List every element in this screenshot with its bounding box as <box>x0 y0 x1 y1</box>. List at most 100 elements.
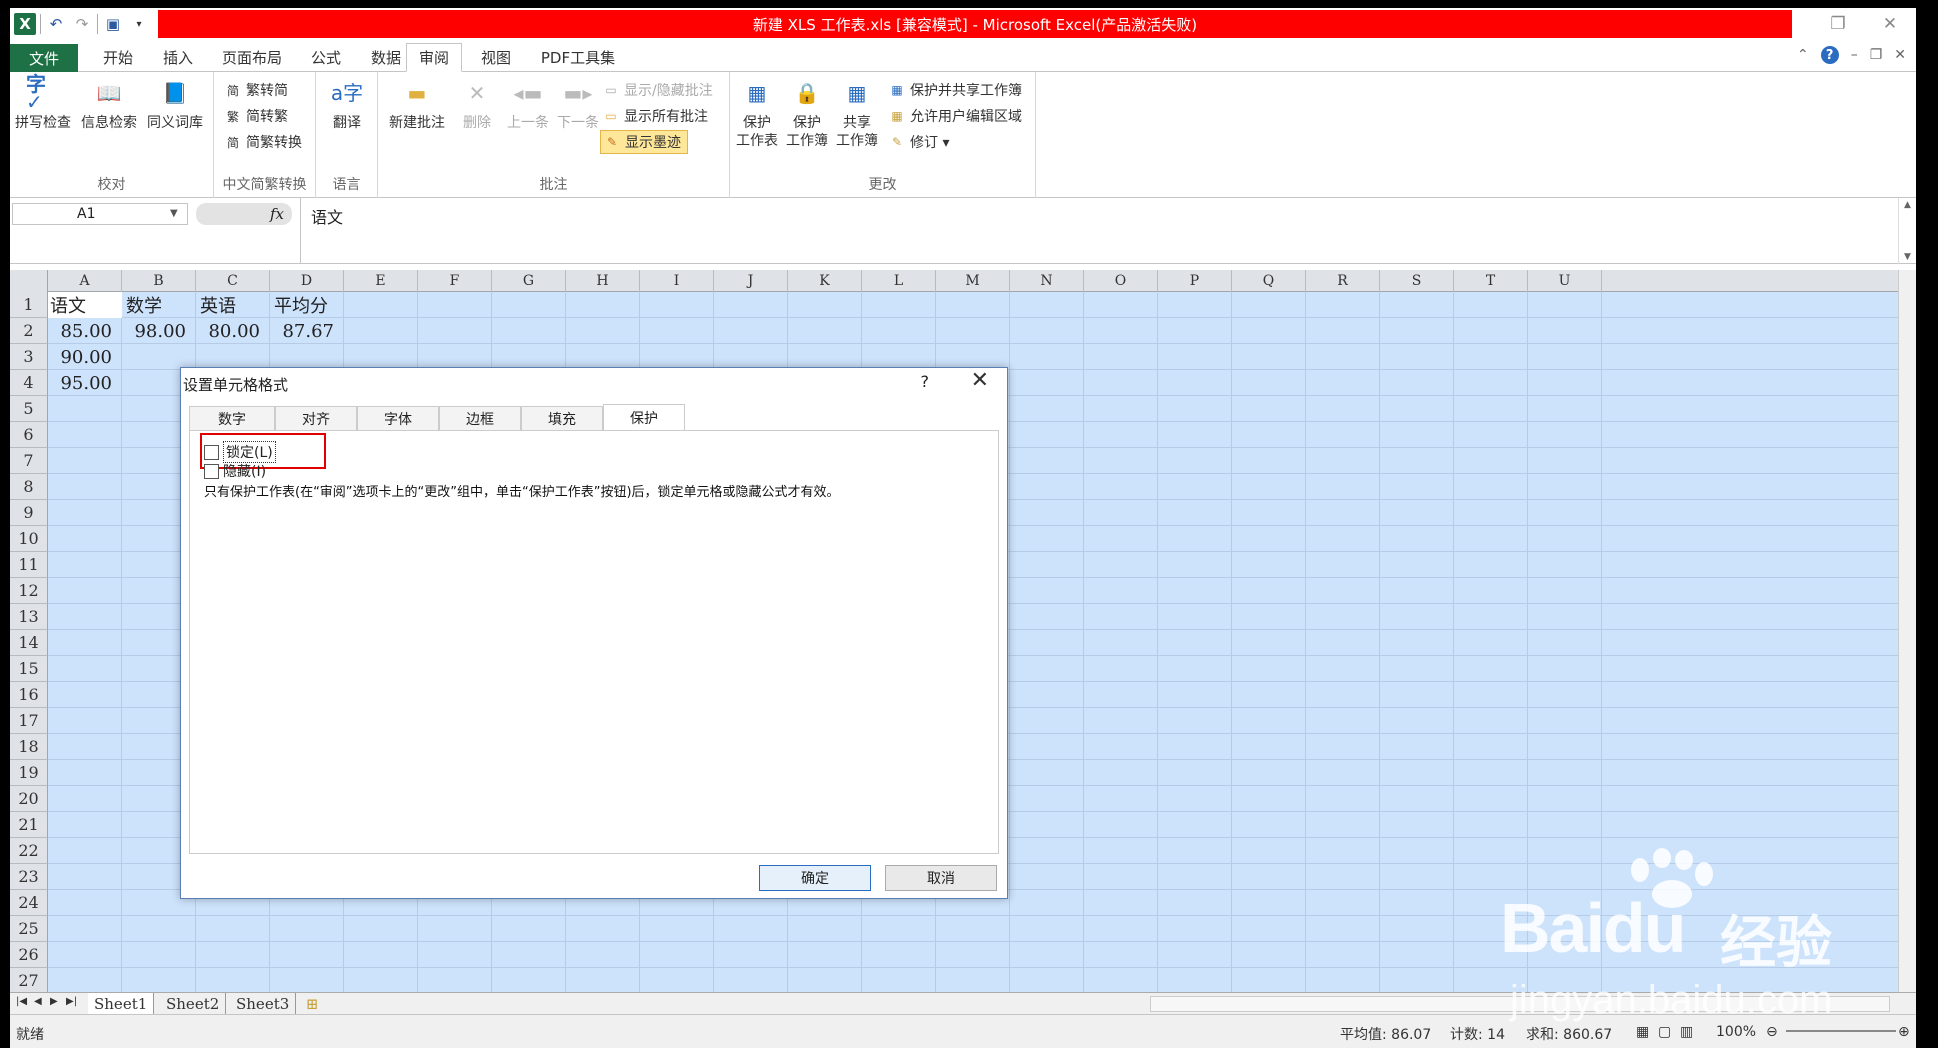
tab-formulas[interactable]: 公式 <box>298 43 354 72</box>
dialog-close-icon[interactable]: ✕ <box>971 368 989 393</box>
horizontal-scrollbar[interactable] <box>1150 996 1890 1012</box>
row-header-20[interactable]: 20 <box>10 786 48 812</box>
excel-logo-icon[interactable]: X <box>14 13 36 35</box>
zoom-in-icon[interactable]: ⊕ <box>1898 1024 1910 1040</box>
column-header-G[interactable]: G <box>492 270 566 292</box>
row-header-15[interactable]: 15 <box>10 656 48 682</box>
row-header-11[interactable]: 11 <box>10 552 48 578</box>
thesaurus-button[interactable]: 📘 同义词库 <box>144 76 206 132</box>
translate-button[interactable]: a字 翻译 <box>316 76 378 132</box>
trad-to-simp-button[interactable]: 简 繁转简 <box>224 78 288 102</box>
workbook-restore-icon[interactable]: ❐ <box>1870 47 1883 63</box>
research-button[interactable]: 📖 信息检索 <box>78 76 140 132</box>
vertical-scrollbar[interactable] <box>1898 270 1916 992</box>
column-header-S[interactable]: S <box>1380 270 1454 292</box>
sheet-tab-2[interactable]: Sheet2 <box>160 993 227 1014</box>
protect-workbook-button[interactable]: 🔒 保护 工作簿 <box>780 76 834 150</box>
tab-home[interactable]: 开始 <box>90 43 146 72</box>
cell-C2[interactable]: 80.00 <box>196 318 270 344</box>
cell-A2[interactable]: 85.00 <box>48 318 122 344</box>
tab-pdf-tools[interactable]: PDF工具集 <box>528 43 628 72</box>
row-header-18[interactable]: 18 <box>10 734 48 760</box>
hidden-checkbox-row[interactable]: 隐藏(I) <box>204 461 266 481</box>
dialog-tab-alignment[interactable]: 对齐 <box>275 406 357 430</box>
zoom-slider[interactable] <box>1786 1030 1896 1032</box>
show-ink-button[interactable]: ✎ 显示墨迹 <box>600 130 688 154</box>
allow-edit-ranges-button[interactable]: ▦ 允许用户编辑区域 <box>888 104 1022 128</box>
column-header-H[interactable]: H <box>566 270 640 292</box>
prev-sheet-icon[interactable]: ◀ <box>34 996 42 1007</box>
sheet-tab-1[interactable]: Sheet1 <box>88 993 155 1014</box>
cell-D1[interactable]: 平均分 <box>270 292 344 318</box>
column-header-D[interactable]: D <box>270 270 344 292</box>
protect-sheet-button[interactable]: ▦ 保护 工作表 <box>730 76 784 150</box>
row-header-8[interactable]: 8 <box>10 474 48 500</box>
help-icon[interactable]: ? <box>1820 46 1839 64</box>
row-header-1[interactable]: 1 <box>10 292 48 318</box>
column-header-T[interactable]: T <box>1454 270 1528 292</box>
dialog-tab-fill[interactable]: 填充 <box>521 406 603 430</box>
previous-comment-button[interactable]: ◂▬ 上一条 <box>500 76 556 132</box>
customize-qat-icon[interactable]: ▾ <box>128 13 150 35</box>
page-break-view-icon[interactable]: ▥ <box>1680 1024 1693 1040</box>
row-header-24[interactable]: 24 <box>10 890 48 916</box>
cell-B1[interactable]: 数学 <box>122 292 196 318</box>
first-sheet-icon[interactable]: |◀ <box>16 996 27 1007</box>
row-header-2[interactable]: 2 <box>10 318 48 344</box>
column-header-E[interactable]: E <box>344 270 418 292</box>
new-comment-button[interactable]: ▬ 新建批注 <box>380 76 454 132</box>
close-icon[interactable]: ✕ <box>1864 8 1916 40</box>
column-header-C[interactable]: C <box>196 270 270 292</box>
last-sheet-icon[interactable]: ▶| <box>66 996 77 1007</box>
row-header-16[interactable]: 16 <box>10 682 48 708</box>
column-header-L[interactable]: L <box>862 270 936 292</box>
column-header-B[interactable]: B <box>122 270 196 292</box>
row-header-14[interactable]: 14 <box>10 630 48 656</box>
dialog-tab-protection[interactable]: 保护 <box>603 404 685 430</box>
ok-button[interactable]: 确定 <box>759 865 871 891</box>
scroll-up-icon[interactable]: ▲ <box>1904 200 1911 210</box>
column-header-P[interactable]: P <box>1158 270 1232 292</box>
cell-A3[interactable]: 90.00 <box>48 344 122 370</box>
column-header-M[interactable]: M <box>936 270 1010 292</box>
row-header-5[interactable]: 5 <box>10 396 48 422</box>
row-header-6[interactable]: 6 <box>10 422 48 448</box>
row-header-7[interactable]: 7 <box>10 448 48 474</box>
zoom-out-icon[interactable]: ⊖ <box>1766 1024 1778 1040</box>
expand-formula-icon[interactable]: ▼ <box>1904 252 1911 262</box>
chinese-conversion-button[interactable]: 简 简繁转换 <box>224 130 302 154</box>
row-header-17[interactable]: 17 <box>10 708 48 734</box>
row-header-26[interactable]: 26 <box>10 942 48 968</box>
row-header-9[interactable]: 9 <box>10 500 48 526</box>
row-header-21[interactable]: 21 <box>10 812 48 838</box>
insert-sheet-icon[interactable]: ⊞ <box>300 993 325 1014</box>
locked-checkbox-row[interactable]: 锁定(L) <box>204 441 276 463</box>
row-header-22[interactable]: 22 <box>10 838 48 864</box>
name-box-dropdown-icon[interactable]: ▼ <box>170 208 178 219</box>
column-header-K[interactable]: K <box>788 270 862 292</box>
insert-function-button[interactable]: fx <box>196 203 292 225</box>
formula-input[interactable]: 语文 <box>300 198 1914 264</box>
row-header-23[interactable]: 23 <box>10 864 48 890</box>
dialog-help-button[interactable]: ? <box>921 372 930 391</box>
cell-A4[interactable]: 95.00 <box>48 370 122 396</box>
minimize-ribbon-icon[interactable]: ⌃ <box>1797 47 1809 63</box>
undo-icon[interactable]: ↶ <box>45 13 67 35</box>
tab-review[interactable]: 审阅 <box>406 43 462 72</box>
show-hide-comment-button[interactable]: ▭ 显示/隐藏批注 <box>602 78 712 102</box>
cell-A1[interactable]: 语文 <box>48 292 122 318</box>
dialog-tab-number[interactable]: 数字 <box>189 406 275 430</box>
save-icon[interactable]: ▣ <box>102 13 124 35</box>
delete-comment-button[interactable]: ✕ 删除 <box>452 76 502 132</box>
column-header-I[interactable]: I <box>640 270 714 292</box>
row-header-3[interactable]: 3 <box>10 344 48 370</box>
column-header-Q[interactable]: Q <box>1232 270 1306 292</box>
cell-C1[interactable]: 英语 <box>196 292 270 318</box>
locked-checkbox[interactable] <box>204 444 219 460</box>
row-header-10[interactable]: 10 <box>10 526 48 552</box>
zoom-level[interactable]: 100% <box>1716 1024 1756 1040</box>
hidden-checkbox[interactable] <box>204 463 219 479</box>
column-header-O[interactable]: O <box>1084 270 1158 292</box>
row-header-19[interactable]: 19 <box>10 760 48 786</box>
restore-icon[interactable]: ❐ <box>1812 8 1864 40</box>
